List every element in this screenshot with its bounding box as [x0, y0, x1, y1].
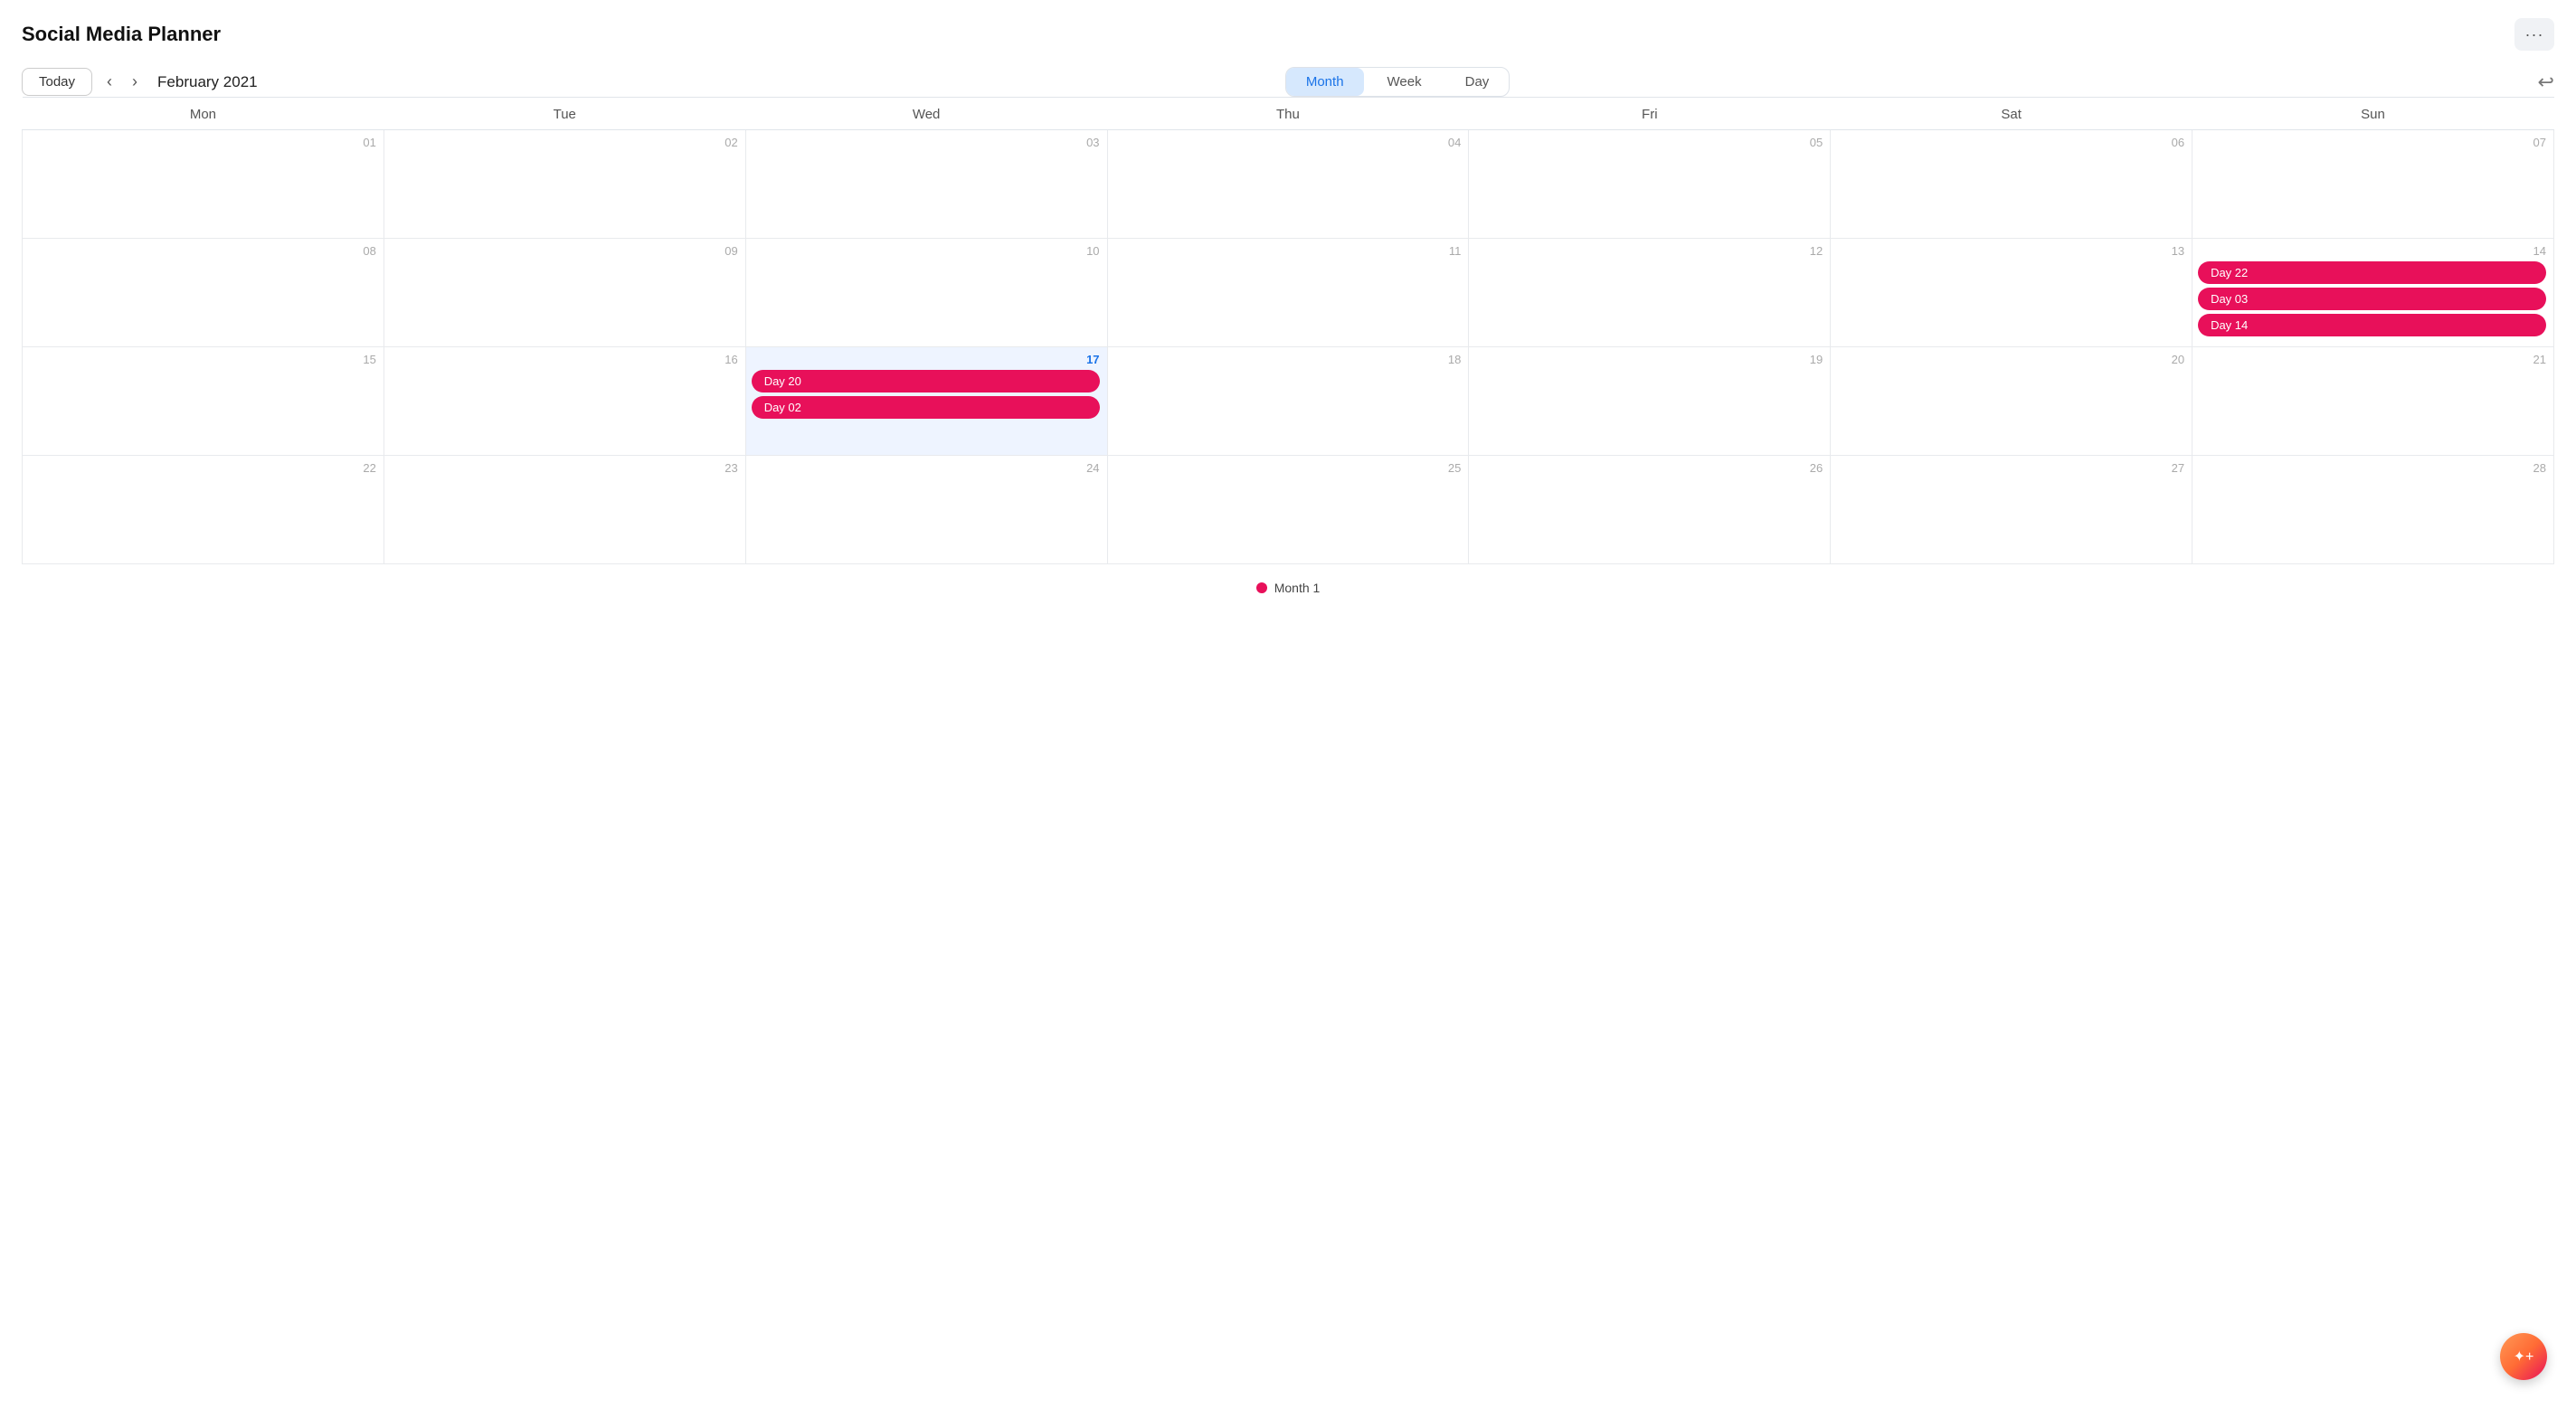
calendar-row: 01 02 03 04 05 06 07: [23, 130, 2554, 239]
calendar-cell[interactable]: 10: [745, 239, 1107, 347]
calendar-row: 08 09 10 11 12 13 14 Day 22 Day 03 Day 14: [23, 239, 2554, 347]
today-button[interactable]: Today: [22, 68, 92, 96]
app-title: Social Media Planner: [22, 23, 221, 46]
calendar-cell[interactable]: 27: [1831, 456, 2192, 564]
day-header-wed: Wed: [745, 98, 1107, 130]
day-number: 22: [28, 461, 376, 475]
app-header: Social Media Planner ···: [22, 18, 2554, 51]
calendar-cell[interactable]: 12: [1469, 239, 1831, 347]
calendar-cell[interactable]: 19: [1469, 347, 1831, 456]
day-number: 16: [390, 353, 738, 366]
fab-button[interactable]: ✦+: [2500, 1333, 2547, 1380]
day-number: 01: [28, 136, 376, 149]
calendar-cell[interactable]: 04: [1107, 130, 1469, 239]
day-header-mon: Mon: [23, 98, 384, 130]
calendar-cell[interactable]: 15: [23, 347, 384, 456]
day-header-row: Mon Tue Wed Thu Fri Sat Sun: [23, 98, 2554, 130]
calendar-cell[interactable]: 14 Day 22 Day 03 Day 14: [2192, 239, 2554, 347]
calendar-cell[interactable]: 22: [23, 456, 384, 564]
calendar-cell[interactable]: 08: [23, 239, 384, 347]
day-number: 05: [1474, 136, 1823, 149]
calendar-row: 15 16 17 Day 20 Day 02 18 19 20 21: [23, 347, 2554, 456]
calendar-cell[interactable]: 26: [1469, 456, 1831, 564]
calendar-cell[interactable]: 16: [384, 347, 745, 456]
view-switcher: Month Week Day: [1285, 67, 1510, 97]
day-header-thu: Thu: [1107, 98, 1469, 130]
calendar-cell[interactable]: 18: [1107, 347, 1469, 456]
day-header-fri: Fri: [1469, 98, 1831, 130]
app-container: Social Media Planner ··· Today ‹ › Febru…: [0, 0, 2576, 1409]
day-number: 24: [752, 461, 1100, 475]
day-number: 19: [1474, 353, 1823, 366]
toolbar-left: Today ‹ › February 2021: [22, 68, 258, 96]
day-number: 08: [28, 244, 376, 258]
calendar-cell[interactable]: 28: [2192, 456, 2554, 564]
day-number: 20: [1836, 353, 2184, 366]
current-month-label: February 2021: [157, 73, 258, 91]
day-number: 03: [752, 136, 1100, 149]
event-pill[interactable]: Day 03: [2198, 288, 2546, 310]
day-number: 15: [28, 353, 376, 366]
calendar-cell[interactable]: 02: [384, 130, 745, 239]
prev-button[interactable]: ‹: [101, 69, 118, 95]
day-header-sun: Sun: [2192, 98, 2554, 130]
event-pill[interactable]: Day 02: [752, 396, 1100, 419]
calendar-cell[interactable]: 17 Day 20 Day 02: [745, 347, 1107, 456]
sidebar-toggle-button[interactable]: ↩: [2538, 71, 2554, 94]
legend-label: Month 1: [1274, 581, 1321, 595]
calendar-cell[interactable]: 13: [1831, 239, 2192, 347]
calendar-row: 22 23 24 25 26 27 28: [23, 456, 2554, 564]
event-pill[interactable]: Day 22: [2198, 261, 2546, 284]
legend: Month 1: [22, 581, 2554, 595]
calendar-cell[interactable]: 11: [1107, 239, 1469, 347]
calendar-grid: Mon Tue Wed Thu Fri Sat Sun 01 02 03 04 05 06…: [22, 97, 2554, 564]
calendar-cell[interactable]: 07: [2192, 130, 2554, 239]
view-month-button[interactable]: Month: [1286, 68, 1364, 96]
calendar-cell[interactable]: 09: [384, 239, 745, 347]
day-number: 27: [1836, 461, 2184, 475]
day-number: 26: [1474, 461, 1823, 475]
day-number: 13: [1836, 244, 2184, 258]
calendar-cell[interactable]: 20: [1831, 347, 2192, 456]
calendar-cell[interactable]: 03: [745, 130, 1107, 239]
calendar-cell[interactable]: 06: [1831, 130, 2192, 239]
day-header-tue: Tue: [384, 98, 745, 130]
toolbar: Today ‹ › February 2021 Month Week Day ↩: [22, 67, 2554, 97]
calendar-cell[interactable]: 23: [384, 456, 745, 564]
legend-dot: [1256, 582, 1267, 593]
day-number: 04: [1113, 136, 1462, 149]
day-number: 17: [752, 353, 1100, 366]
calendar-cell[interactable]: 24: [745, 456, 1107, 564]
calendar-cell[interactable]: 01: [23, 130, 384, 239]
day-number: 07: [2198, 136, 2546, 149]
day-number: 14: [2198, 244, 2546, 258]
more-button[interactable]: ···: [2514, 18, 2554, 51]
event-pill[interactable]: Day 14: [2198, 314, 2546, 336]
calendar-cell[interactable]: 25: [1107, 456, 1469, 564]
day-number: 02: [390, 136, 738, 149]
day-number: 09: [390, 244, 738, 258]
day-header-sat: Sat: [1831, 98, 2192, 130]
next-button[interactable]: ›: [127, 69, 143, 95]
fab-icon: ✦+: [2514, 1348, 2534, 1366]
view-week-button[interactable]: Week: [1368, 68, 1442, 96]
day-number: 28: [2198, 461, 2546, 475]
day-number: 06: [1836, 136, 2184, 149]
day-number: 11: [1113, 244, 1462, 258]
event-pill[interactable]: Day 20: [752, 370, 1100, 392]
day-number: 18: [1113, 353, 1462, 366]
day-number: 10: [752, 244, 1100, 258]
day-number: 12: [1474, 244, 1823, 258]
day-number: 21: [2198, 353, 2546, 366]
day-number: 25: [1113, 461, 1462, 475]
calendar-body: 01 02 03 04 05 06 07 08 09 10 11 12 13 14 Day 22 Day 03…: [23, 130, 2554, 564]
calendar-cell[interactable]: 21: [2192, 347, 2554, 456]
view-day-button[interactable]: Day: [1445, 68, 1510, 96]
day-number: 23: [390, 461, 738, 475]
calendar-cell[interactable]: 05: [1469, 130, 1831, 239]
